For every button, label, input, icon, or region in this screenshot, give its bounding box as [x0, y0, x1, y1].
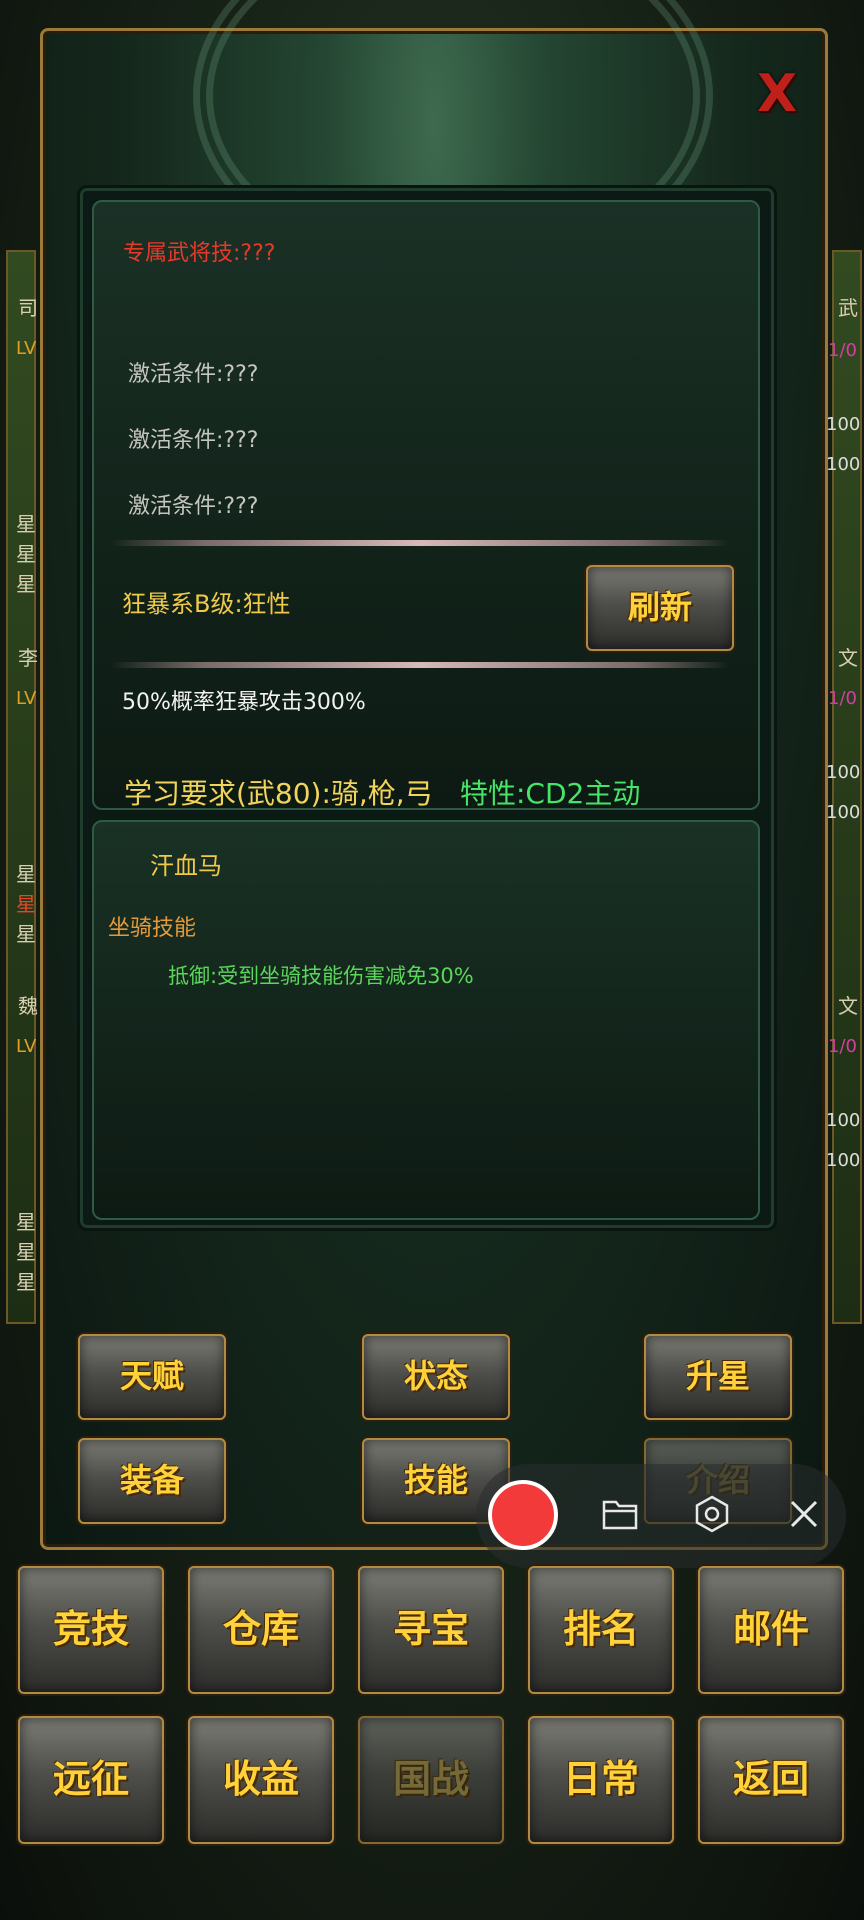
mount-name: 汗血马 [150, 852, 222, 880]
activation-condition: 激活条件:??? [128, 494, 259, 519]
mount-skill-title: 坐骑技能 [108, 916, 197, 941]
side-label: 星 [16, 572, 36, 596]
equipment-button[interactable]: 装备 [78, 1438, 226, 1524]
side-label: 星 [16, 922, 36, 946]
side-label: 魏 [18, 994, 38, 1018]
learn-requirement: 学习要求(武80):骑,枪,弓 [124, 777, 433, 810]
exclusive-skill-title: 专属武将技:??? [123, 241, 276, 266]
nav-mail-button[interactable]: 邮件 [698, 1566, 844, 1694]
side-value: 100 [826, 802, 861, 823]
side-value: 1/0 [828, 688, 857, 709]
nav-national-war-button[interactable]: 国战 [358, 1716, 504, 1844]
side-value: 1/0 [828, 340, 857, 361]
side-value: 100 [826, 1150, 861, 1171]
side-label: 星 [16, 512, 36, 536]
side-label: LV [16, 688, 37, 709]
skill-property: 特性:CD2主动 [460, 777, 641, 810]
divider [110, 662, 730, 668]
trait-description: 50%概率狂暴攻击300% [122, 690, 366, 715]
nav-expedition-button[interactable]: 远征 [18, 1716, 164, 1844]
side-value: 1/0 [828, 1036, 857, 1057]
refresh-button[interactable]: 刷新 [586, 565, 734, 651]
folder-icon[interactable] [598, 1494, 642, 1538]
nav-daily-button[interactable]: 日常 [528, 1716, 674, 1844]
side-label: 司 [18, 296, 38, 320]
side-label: LV [16, 338, 37, 359]
side-label: 星 [16, 1270, 36, 1294]
nav-income-button[interactable]: 收益 [188, 1716, 334, 1844]
trait-name: 狂暴系B级:狂性 [122, 590, 291, 618]
talent-button[interactable]: 天赋 [78, 1334, 226, 1420]
left-hero-column [6, 250, 36, 1324]
side-label: 星 [16, 1240, 36, 1264]
side-label: 武 [838, 296, 858, 320]
divider [110, 540, 730, 546]
side-label: 文 [838, 646, 858, 670]
close-icon[interactable] [784, 1496, 824, 1536]
mount-skill-description: 抵御:受到坐骑技能伤害减免30% [168, 964, 474, 988]
nav-return-button[interactable]: 返回 [698, 1716, 844, 1844]
nav-arena-button[interactable]: 竞技 [18, 1566, 164, 1694]
star-up-button[interactable]: 升星 [644, 1334, 792, 1420]
nav-treasure-button[interactable]: 寻宝 [358, 1566, 504, 1694]
side-label: 星 [16, 1210, 36, 1234]
side-value: 100 [826, 762, 861, 783]
record-button[interactable] [488, 1480, 558, 1550]
side-value: 100 [826, 454, 861, 475]
side-label: LV [16, 1036, 37, 1057]
side-value: 100 [826, 414, 861, 435]
side-value: 100 [826, 1110, 861, 1131]
side-label: 星 [16, 892, 36, 916]
activation-condition: 激活条件:??? [128, 362, 259, 387]
nav-ranking-button[interactable]: 排名 [528, 1566, 674, 1694]
side-label: 李 [18, 646, 38, 670]
status-button[interactable]: 状态 [362, 1334, 510, 1420]
settings-icon[interactable] [690, 1494, 734, 1538]
side-label: 星 [16, 542, 36, 566]
nav-warehouse-button[interactable]: 仓库 [188, 1566, 334, 1694]
side-label: 文 [838, 994, 858, 1018]
side-label: 星 [16, 862, 36, 886]
activation-condition: 激活条件:??? [128, 428, 259, 453]
close-icon[interactable]: X [755, 66, 799, 122]
